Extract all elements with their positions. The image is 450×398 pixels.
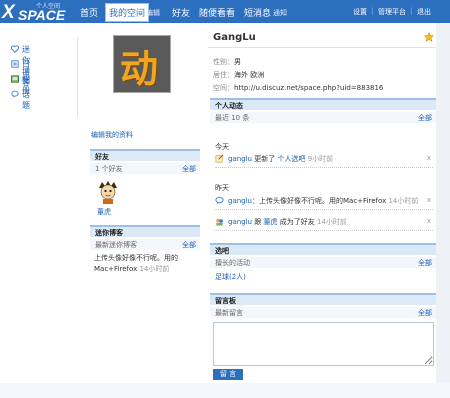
nav-edit[interactable]: 编辑 [146, 8, 160, 18]
friends-section-title: 好友 [90, 149, 200, 161]
heart-icon [11, 45, 19, 53]
feed-action-2: 成为了好友 [279, 218, 315, 226]
miniblog-latest-row: 最新迷你博客 全部 [90, 239, 200, 250]
feed-section-title: 个人动态 [210, 98, 436, 110]
space-url[interactable]: http://u.discuz.net/space.php?uid=883816 [234, 84, 383, 92]
star-icon[interactable] [424, 32, 434, 42]
friend-item[interactable]: 董虎 [93, 180, 123, 218]
feed-time: 14小时前 [388, 197, 419, 205]
footer-bar [0, 383, 450, 398]
gender-value: 男 [234, 58, 241, 66]
top-navbar: X SPACE 个人空间 首页 我的空间 编辑 好友 随便看看 短消息 通知 设… [0, 0, 450, 23]
separator: | [371, 7, 374, 15]
logout-link[interactable]: 退出 [417, 7, 431, 17]
feed-all-link[interactable]: 全部 [418, 113, 432, 123]
nav-home[interactable]: 首页 [80, 6, 98, 19]
close-icon[interactable]: x [427, 196, 431, 204]
miniblog-entry: 上传头像好像不行呢。用的Mac+Firefox 14小时前 [94, 253, 198, 275]
club-all-link[interactable]: 全部 [418, 258, 432, 268]
feed-item-text: ganglu 跟 董虎 成为了好友 14小时前 [228, 217, 347, 227]
miniblog-latest-label: 最新迷你博客 [95, 241, 137, 249]
space-label: 空间： [213, 84, 234, 92]
space-info: 空间：http://u.discuz.net/space.php?uid=883… [213, 83, 383, 93]
page-title: GangLu [213, 32, 256, 43]
nav-messages[interactable]: 短消息 [244, 6, 271, 19]
divider [208, 47, 436, 48]
miniblog-section-title: 迷你博客 [90, 225, 200, 237]
friends-icon [216, 218, 223, 226]
nav-notify[interactable]: 通知 [273, 8, 287, 18]
close-icon[interactable]: x [427, 154, 431, 162]
miniblog-entry-time: 14小时前 [139, 265, 170, 273]
logo-subtitle: 个人空间 [36, 3, 61, 10]
chat-icon [11, 90, 19, 98]
sidebar-item-label: 话题 [22, 90, 30, 110]
feed-time: 14小时前 [316, 218, 347, 226]
feed-action: 跟 [254, 218, 262, 226]
feed-item-text: ganglu 更新了 个人选吧 9小时前 [228, 154, 333, 164]
guestbook-input[interactable] [213, 322, 434, 366]
logo-x: X [2, 2, 15, 23]
feed-recent-row: 最近 10 条 全部 [210, 112, 436, 123]
close-icon[interactable]: x [427, 217, 431, 225]
location-info: 居住：海外 欧洲 [213, 70, 264, 80]
edit-icon [215, 154, 224, 163]
right-margin [436, 23, 450, 383]
day-label-today: 今天 [215, 143, 229, 151]
feed-time: 9小时前 [307, 155, 334, 163]
image-icon [11, 75, 19, 83]
club-recent-label: 擅长的活动 [215, 259, 250, 267]
feed-item-text: ganglu：上传头像好像不行呢。用的Mac+Firefox 14小时前 [228, 196, 418, 206]
friends-all-link[interactable]: 全部 [182, 164, 196, 174]
admin-link[interactable]: 管理平台 [378, 7, 406, 17]
friends-count: 1 个好友 [95, 165, 123, 173]
avatar[interactable]: 动 [113, 35, 171, 93]
main-column: GangLu 性别：男 居住：海外 欧洲 空间：http://u.discuz.… [208, 30, 436, 382]
miniblog-all-link[interactable]: 全部 [182, 240, 196, 250]
feed-action: ：上传头像好像不行呢。用的Mac+Firefox [252, 197, 387, 205]
friend-name[interactable]: 董虎 [97, 207, 111, 217]
feed-target-link[interactable]: 董虎 [263, 218, 277, 226]
settings-link[interactable]: 设置 [353, 7, 367, 17]
gender-info: 性别：男 [213, 57, 241, 67]
edit-profile-link[interactable]: 编辑我的资料 [91, 130, 133, 140]
feed-action: 更新了 [254, 155, 276, 163]
location-value: 海外 欧洲 [234, 71, 265, 79]
location-label: 居住： [213, 71, 234, 79]
feed-user-link[interactable]: ganglu [228, 218, 252, 226]
guestbook-recent-label: 最新留言 [215, 309, 243, 317]
gender-label: 性别： [213, 58, 234, 66]
club-section-title: 选吧 [210, 243, 436, 255]
feed-item: ganglu 跟 董虎 成为了好友 14小时前 x [215, 216, 433, 231]
nav-friends[interactable]: 好友 [172, 6, 190, 19]
doc-icon [11, 60, 19, 68]
club-recent-row: 擅长的活动 全部 [210, 257, 436, 268]
guestbook-submit-button[interactable]: 留 言 [213, 369, 243, 380]
left-sidebar: 迷你博客 日志 相册 话题 [0, 37, 78, 117]
feed-target-link[interactable]: 个人选吧 [277, 155, 305, 163]
club-item[interactable]: 足球(2人) [215, 272, 246, 282]
separator: | [410, 7, 413, 15]
friends-count-row: 1 个好友 全部 [90, 163, 200, 174]
friend-avatar [99, 181, 117, 204]
feed-user-link[interactable]: ganglu [228, 155, 252, 163]
feed-item: ganglu：上传头像好像不行呢。用的Mac+Firefox 14小时前 x [215, 195, 433, 210]
nav-browse[interactable]: 随便看看 [199, 6, 235, 19]
avatar-glyph: 动 [120, 46, 159, 91]
guestbook-section-title: 留言板 [210, 293, 436, 305]
feed-user-link[interactable]: ganglu [228, 197, 252, 205]
chat-icon [215, 196, 224, 205]
guestbook-recent-row: 最新留言 全部 [210, 307, 436, 318]
profile-column: 动 编辑我的资料 好友 1 个好友 全部 董虎 迷你博客 最新迷你博客 全部 上… [88, 30, 202, 382]
site-logo[interactable]: X SPACE 个人空间 [2, 1, 72, 23]
feed-recent-label: 最近 10 条 [215, 114, 250, 122]
day-label-yesterday: 昨天 [215, 184, 229, 192]
nav-my-space[interactable]: 我的空间 [105, 3, 150, 22]
feed-item: ganglu 更新了 个人选吧 9小时前 x [215, 153, 433, 168]
guestbook-all-link[interactable]: 全部 [418, 308, 432, 318]
